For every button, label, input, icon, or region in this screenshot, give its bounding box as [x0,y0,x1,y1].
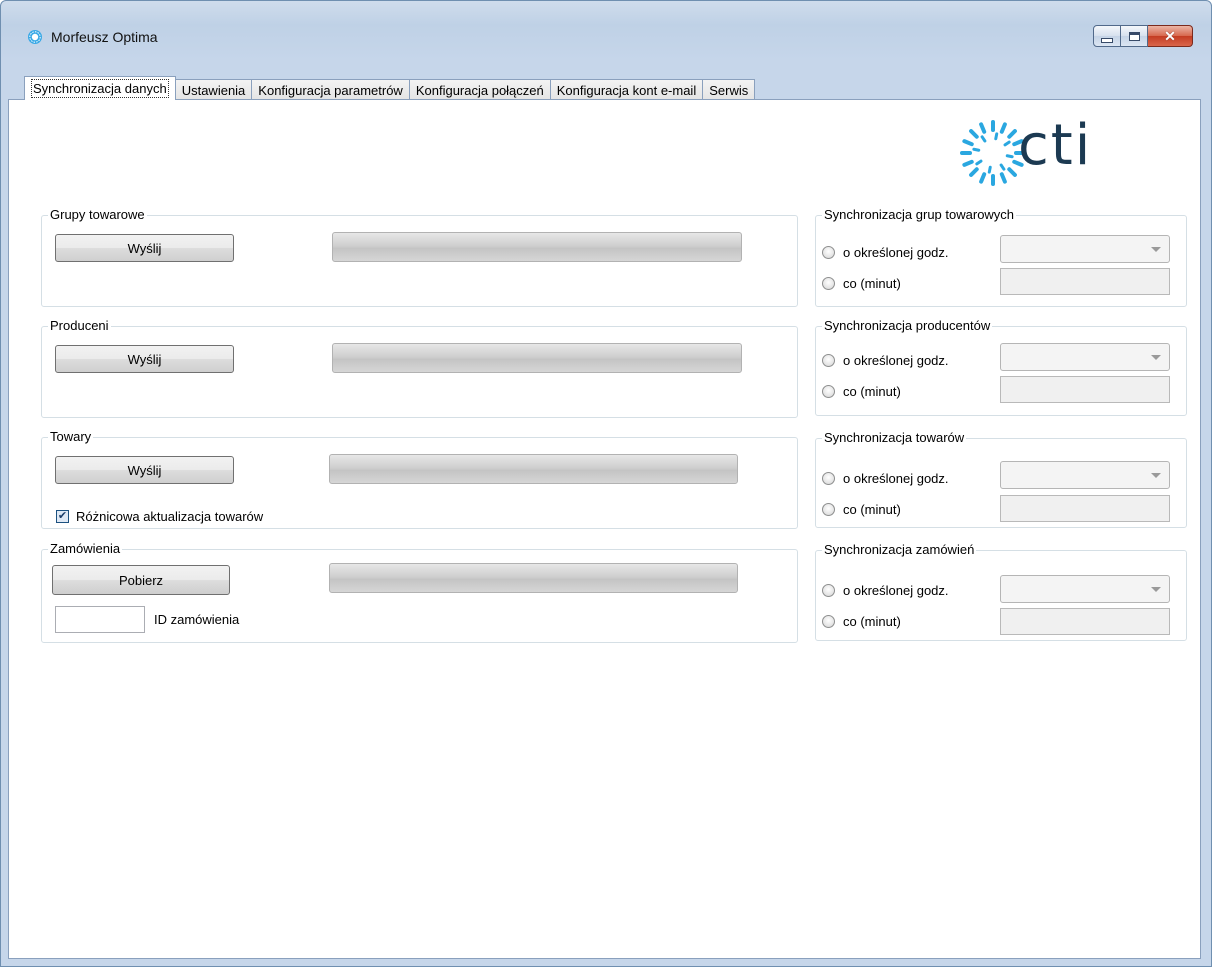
roznicowa-checkbox[interactable]: ✔ [56,510,69,523]
send-producenci-button[interactable]: Wyślij [55,345,234,373]
tab-label: Konfiguracja połączeń [415,82,544,98]
pobierz-zamowienia-button[interactable]: Pobierz [52,565,230,595]
tab-label: Konfiguracja parametrów [258,82,403,98]
sync-towary-time-combo[interactable] [1000,461,1170,489]
id-zamowienia-input[interactable] [55,606,145,633]
group-legend: Produceni [48,318,111,334]
radio-label: co (minut) [843,614,901,629]
group-legend: Towary [48,429,94,445]
group-legend: Zamówienia [48,541,123,557]
chevron-down-icon [1151,355,1161,360]
tab-konfiguracja-parametrow[interactable]: Konfiguracja parametrów [251,79,410,100]
tab-ustawienia[interactable]: Ustawienia [174,79,253,100]
caption-buttons: ✕ [1093,25,1193,47]
radio-button[interactable] [822,472,835,485]
group-legend: Synchronizacja zamówień [822,542,977,558]
radio-label: o określonej godz. [843,245,949,260]
sync-grupy-time-combo[interactable] [1000,235,1170,263]
tab-label: Ustawienia [181,82,246,98]
group-legend: Synchronizacja producentów [822,318,993,334]
chevron-down-icon [1151,473,1161,478]
send-towary-button[interactable]: Wyślij [55,456,234,484]
sync-towary-minutes-input[interactable] [1000,495,1170,522]
tab-konfiguracja-kont-email[interactable]: Konfiguracja kont e-mail [549,79,704,100]
sync-towary-opt-godz[interactable]: o określonej godz. [822,471,949,486]
radio-button[interactable] [822,615,835,628]
tab-label: Serwis [709,82,749,98]
app-logo-icon [28,30,42,44]
radio-label: co (minut) [843,276,901,291]
sync-grupy-opt-godz[interactable]: o określonej godz. [822,245,949,260]
chevron-down-icon [1151,587,1161,592]
maximize-button[interactable] [1121,25,1148,47]
roznicowa-checkbox-row[interactable]: ✔ Różnicowa aktualizacja towarów [56,509,263,524]
tab-konfiguracja-polaczen[interactable]: Konfiguracja połączeń [408,79,551,100]
group-legend: Grupy towarowe [48,207,147,223]
id-zamowienia-label: ID zamówienia [154,612,240,627]
sync-producenci-time-combo[interactable] [1000,343,1170,371]
close-button[interactable]: ✕ [1148,25,1193,47]
sync-grupy-minutes-input[interactable] [1000,268,1170,295]
zamowienia-progress-bar [329,563,738,593]
tab-strip: Synchronizacja danych Ustawienia Konfigu… [24,76,756,100]
radio-button[interactable] [822,277,835,290]
group-legend: Synchronizacja towarów [822,430,967,446]
radio-button[interactable] [822,385,835,398]
sync-grupy-opt-minut[interactable]: co (minut) [822,276,901,291]
check-icon: ✔ [57,510,68,522]
sync-zamowienia-opt-minut[interactable]: co (minut) [822,614,901,629]
minimize-icon [1101,37,1113,43]
sync-towary-opt-minut[interactable]: co (minut) [822,502,901,517]
radio-button[interactable] [822,503,835,516]
sync-zamowienia-time-combo[interactable] [1000,575,1170,603]
towary-progress-bar [329,454,738,484]
radio-button[interactable] [822,246,835,259]
sync-producenci-opt-minut[interactable]: co (minut) [822,384,901,399]
cti-logo-text: cti [1018,113,1093,178]
window-title: Morfeusz Optima [51,29,158,45]
send-grupy-button[interactable]: Wyślij [55,234,234,262]
sync-zamowienia-minutes-input[interactable] [1000,608,1170,635]
maximize-icon [1128,31,1140,41]
title-bar[interactable]: Morfeusz Optima ✕ [1,1,1211,51]
tab-label: Synchronizacja danych [31,79,169,98]
roznicowa-checkbox-label: Różnicowa aktualizacja towarów [76,509,264,524]
sync-zamowienia-opt-godz[interactable]: o określonej godz. [822,583,949,598]
tab-synchronizacja-danych[interactable]: Synchronizacja danych [24,76,176,100]
sync-producenci-minutes-input[interactable] [1000,376,1170,403]
radio-label: co (minut) [843,384,901,399]
sync-producenci-opt-godz[interactable]: o określonej godz. [822,353,949,368]
grupy-progress-bar [332,232,742,262]
tab-serwis[interactable]: Serwis [702,79,756,100]
radio-button[interactable] [822,584,835,597]
radio-button[interactable] [822,354,835,367]
radio-label: o określonej godz. [843,471,949,486]
chevron-down-icon [1151,247,1161,252]
producenci-progress-bar [332,343,742,373]
radio-label: o określonej godz. [843,353,949,368]
radio-label: o określonej godz. [843,583,949,598]
radio-label: co (minut) [843,502,901,517]
tab-label: Konfiguracja kont e-mail [556,82,697,98]
close-icon: ✕ [1164,28,1176,44]
group-legend: Synchronizacja grup towarowych [822,207,1017,223]
minimize-button[interactable] [1093,25,1121,47]
